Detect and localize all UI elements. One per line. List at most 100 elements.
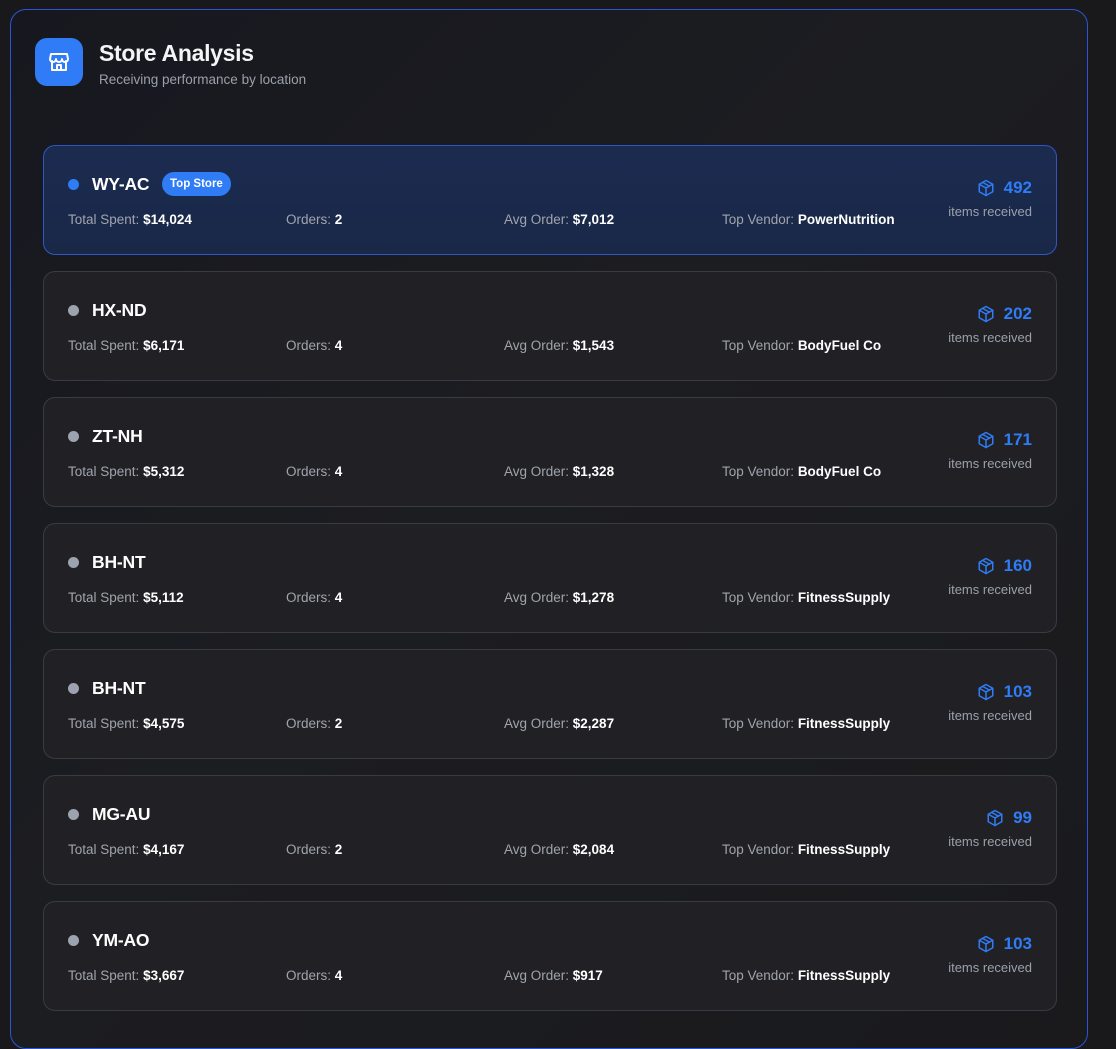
total-spent: Total Spent: $4,167: [68, 842, 184, 857]
orders-label: Orders:: [286, 338, 335, 353]
top-vendor-label: Top Vendor:: [722, 464, 798, 479]
items-count: 492: [1003, 178, 1032, 197]
package-icon: [977, 557, 995, 575]
store-name: BH-NT: [92, 552, 146, 572]
top-vendor: Top Vendor: BodyFuel Co: [722, 338, 881, 353]
orders: Orders: 4: [286, 464, 342, 479]
orders-value: 4: [334, 968, 343, 983]
status-dot: [68, 179, 79, 190]
store-list: WY-AC Top Store Total Spent: $14,024 Ord…: [43, 145, 1057, 1027]
top-vendor-value: PowerNutrition: [797, 212, 895, 227]
top-vendor-value: FitnessSupply: [797, 716, 891, 731]
top-vendor: Top Vendor: FitnessSupply: [722, 842, 890, 857]
orders-label: Orders:: [286, 212, 335, 227]
total-spent-value: $4,575: [143, 716, 185, 731]
total-spent-label: Total Spent:: [68, 716, 144, 731]
items-received: 99 items received: [948, 808, 1032, 849]
store-card-4[interactable]: BH-NT Total Spent: $5,112 Orders: 4 Avg …: [43, 523, 1057, 633]
total-spent: Total Spent: $3,667: [68, 968, 184, 983]
store-card-3[interactable]: ZT-NH Total Spent: $5,312 Orders: 4 Avg …: [43, 397, 1057, 507]
items-received-label: items received: [948, 330, 1032, 345]
total-spent: Total Spent: $4,575: [68, 716, 184, 731]
avg-order-value: $917: [572, 968, 603, 983]
top-vendor-label: Top Vendor:: [722, 212, 798, 227]
orders: Orders: 4: [286, 338, 342, 353]
avg-order-value: $1,278: [572, 590, 615, 605]
store-name: MG-AU: [92, 804, 151, 824]
store-card-6[interactable]: MG-AU Total Spent: $4,167 Orders: 2 Avg …: [43, 775, 1057, 885]
top-vendor: Top Vendor: BodyFuel Co: [722, 464, 881, 479]
top-vendor: Top Vendor: FitnessSupply: [722, 716, 890, 731]
top-vendor-label: Top Vendor:: [722, 968, 798, 983]
items-received-label: items received: [948, 582, 1032, 597]
status-dot: [68, 557, 79, 568]
avg-order-label: Avg Order:: [504, 338, 573, 353]
items-received-label: items received: [948, 960, 1032, 975]
total-spent: Total Spent: $14,024: [68, 212, 192, 227]
orders: Orders: 4: [286, 968, 342, 983]
items-received: 160 items received: [948, 556, 1032, 597]
avg-order: Avg Order: $1,543: [504, 338, 614, 353]
orders: Orders: 2: [286, 842, 342, 857]
package-icon: [977, 683, 995, 701]
total-spent-label: Total Spent:: [68, 338, 144, 353]
total-spent-value: $4,167: [143, 842, 185, 857]
total-spent-label: Total Spent:: [68, 212, 144, 227]
avg-order: Avg Order: $1,328: [504, 464, 614, 479]
items-count: 103: [1003, 934, 1032, 953]
top-store-badge: Top Store: [162, 172, 231, 196]
store-name: ZT-NH: [92, 426, 143, 446]
items-received: 171 items received: [948, 430, 1032, 471]
total-spent: Total Spent: $5,312: [68, 464, 184, 479]
items-count: 171: [1003, 430, 1032, 449]
avg-order-label: Avg Order:: [504, 968, 573, 983]
top-vendor-value: BodyFuel Co: [797, 464, 882, 479]
top-vendor-label: Top Vendor:: [722, 590, 798, 605]
store-card-5[interactable]: BH-NT Total Spent: $4,575 Orders: 2 Avg …: [43, 649, 1057, 759]
total-spent-value: $5,112: [143, 590, 184, 605]
orders-label: Orders:: [286, 464, 335, 479]
top-vendor-value: BodyFuel Co: [797, 338, 882, 353]
top-vendor: Top Vendor: FitnessSupply: [722, 968, 890, 983]
top-vendor-value: FitnessSupply: [797, 590, 891, 605]
avg-order: Avg Order: $917: [504, 968, 603, 983]
top-vendor: Top Vendor: FitnessSupply: [722, 590, 890, 605]
total-spent-value: $14,024: [143, 212, 192, 227]
avg-order-value: $1,543: [572, 338, 615, 353]
store-card-1[interactable]: WY-AC Top Store Total Spent: $14,024 Ord…: [43, 145, 1057, 255]
avg-order: Avg Order: $1,278: [504, 590, 614, 605]
page-subtitle: Receiving performance by location: [99, 72, 307, 87]
top-vendor-label: Top Vendor:: [722, 842, 798, 857]
top-vendor-label: Top Vendor:: [722, 716, 798, 731]
package-icon: [977, 431, 995, 449]
store-card-2[interactable]: HX-ND Total Spent: $6,171 Orders: 4 Avg …: [43, 271, 1057, 381]
package-icon: [977, 935, 995, 953]
status-dot: [68, 683, 79, 694]
status-dot: [68, 431, 79, 442]
package-icon: [986, 809, 1004, 827]
package-icon: [977, 305, 995, 323]
items-received-label: items received: [948, 456, 1032, 471]
avg-order-value: $2,084: [572, 842, 615, 857]
store-card-7[interactable]: YM-AO Total Spent: $3,667 Orders: 4 Avg …: [43, 901, 1057, 1011]
top-vendor-value: FitnessSupply: [797, 968, 891, 983]
items-count: 160: [1003, 556, 1032, 575]
store-name: BH-NT: [92, 678, 146, 698]
avg-order-value: $7,012: [572, 212, 615, 227]
store-icon: [35, 38, 83, 86]
total-spent: Total Spent: $5,112: [68, 590, 184, 605]
store-name: HX-ND: [92, 300, 147, 320]
total-spent-label: Total Spent:: [68, 464, 144, 479]
package-icon: [977, 179, 995, 197]
orders-value: 4: [334, 338, 343, 353]
orders-value: 2: [334, 212, 343, 227]
items-received-label: items received: [948, 708, 1032, 723]
store-analysis-panel: Store Analysis Receiving performance by …: [10, 9, 1088, 1049]
orders-value: 2: [334, 716, 343, 731]
total-spent-label: Total Spent:: [68, 968, 144, 983]
avg-order: Avg Order: $7,012: [504, 212, 614, 227]
items-received: 492 items received: [948, 178, 1032, 219]
avg-order-label: Avg Order:: [504, 716, 573, 731]
store-name: YM-AO: [92, 930, 150, 950]
orders-value: 4: [334, 464, 343, 479]
